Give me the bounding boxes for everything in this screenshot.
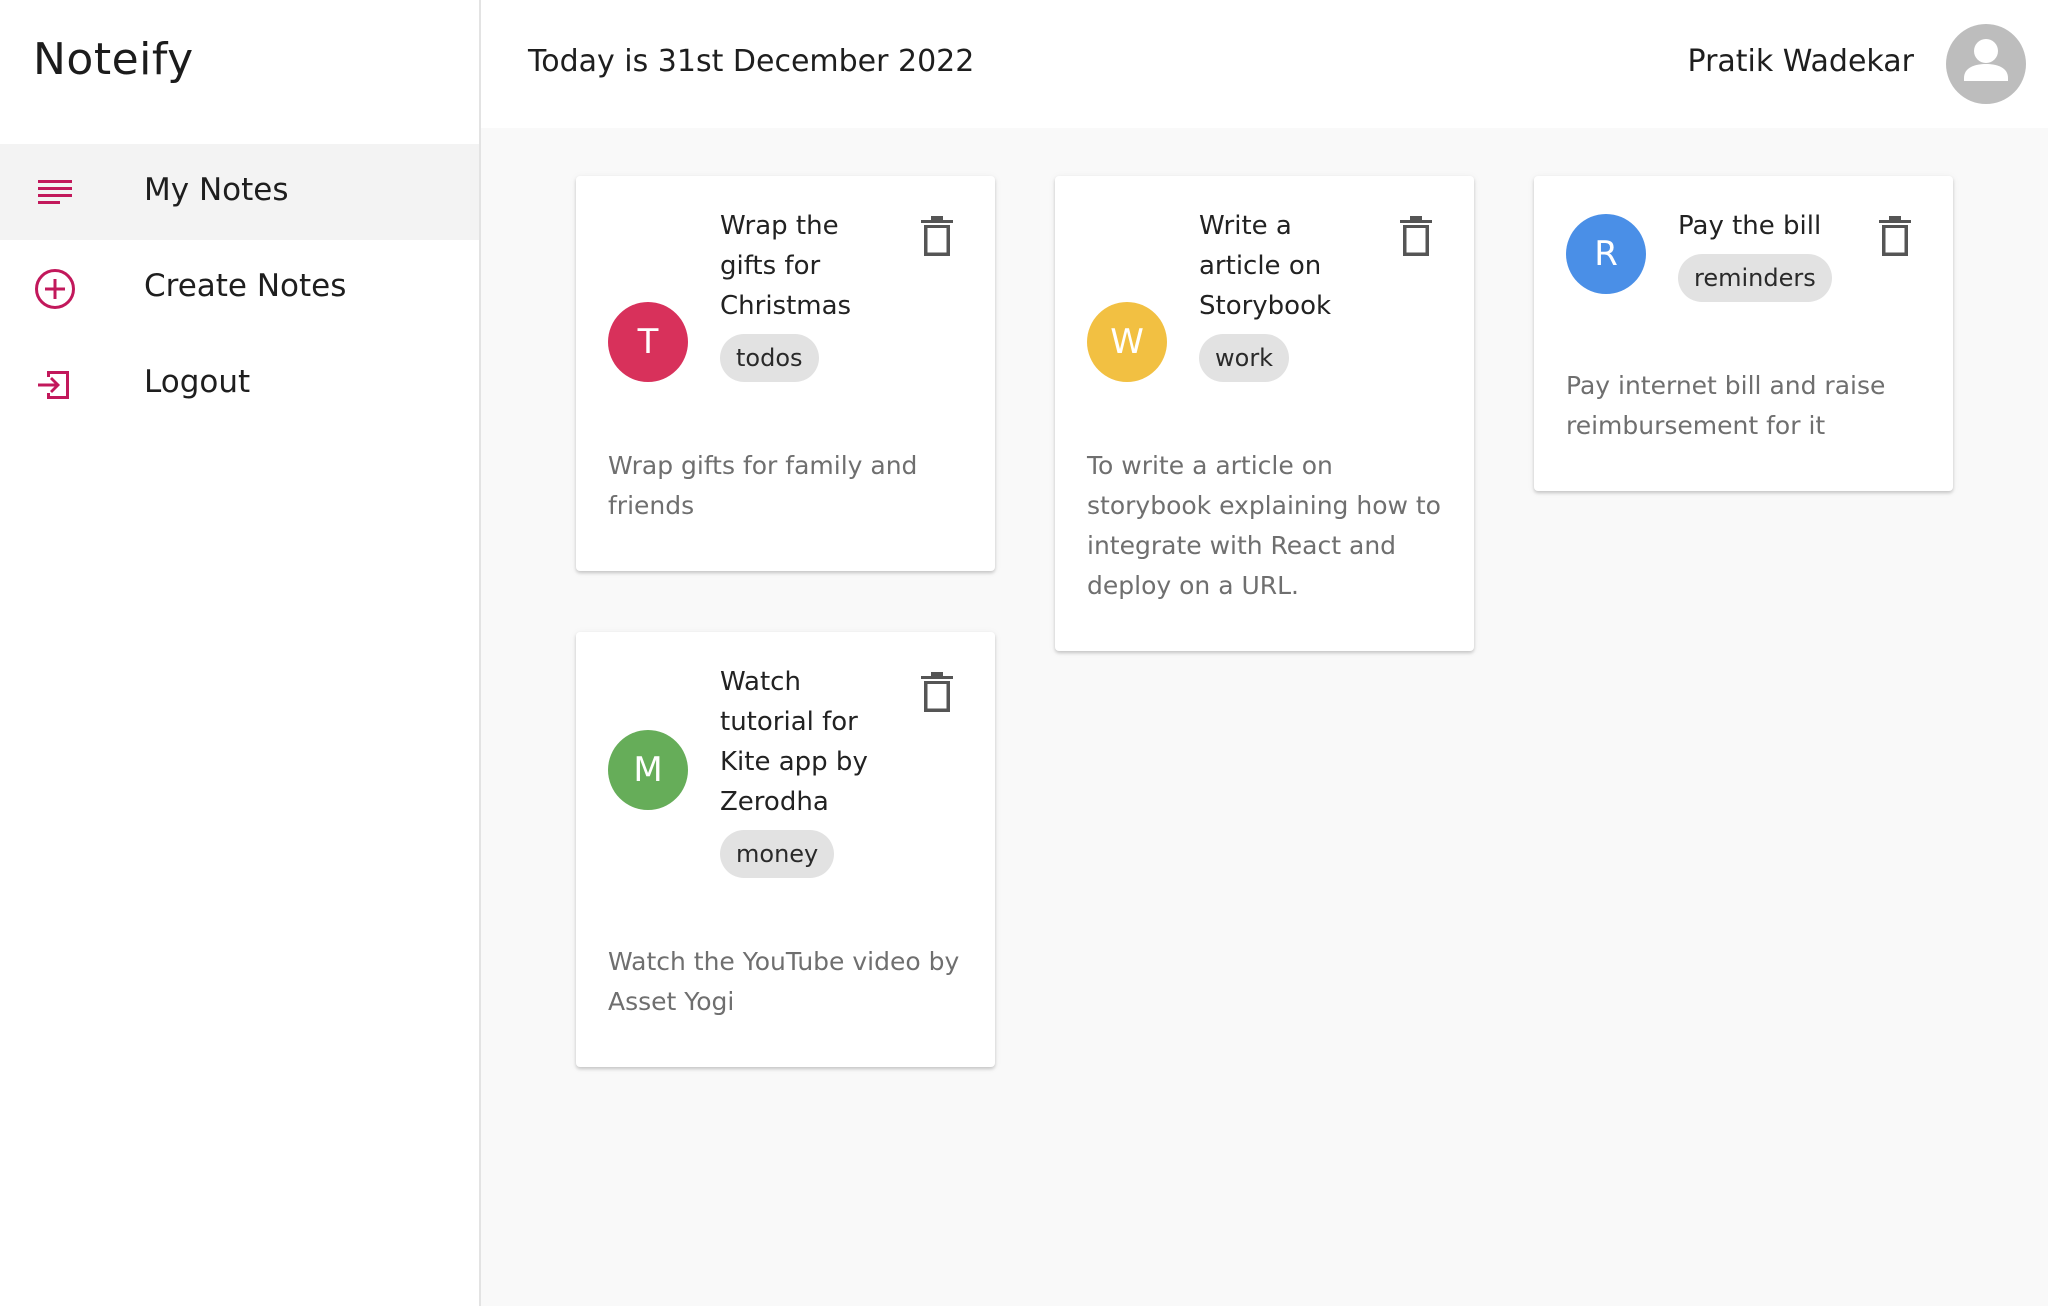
delete-note-button[interactable] <box>921 672 953 712</box>
note-avatar: W <box>1087 302 1167 382</box>
date-text: Today is 31st December 2022 <box>528 44 975 79</box>
note-category-chip: work <box>1199 334 1290 382</box>
sidebar-item-label: Create Notes <box>144 268 347 304</box>
brand-title: Noteify <box>33 34 194 85</box>
top-bar: Today is 31st December 2022 Pratik Wadek… <box>481 0 2048 128</box>
sidebar-item-label: Logout <box>144 364 251 400</box>
note-card: W Write a article on Storybook work To w… <box>1055 176 1474 651</box>
note-card: T Wrap the gifts for Christmas todos Wra… <box>576 176 995 571</box>
note-body: To write a article on storybook explaini… <box>1087 451 1441 600</box>
trash-icon <box>1879 216 1911 256</box>
sidebar-nav: My Notes Create Notes Logout <box>0 144 479 432</box>
note-title: Pay the bill <box>1678 211 1822 241</box>
notes-grid: T Wrap the gifts for Christmas todos Wra… <box>481 128 2048 1306</box>
note-body: Wrap gifts for family and friends <box>608 451 918 520</box>
trash-icon <box>1400 216 1432 256</box>
note-header: Watch tutorial for Kite app by Zerodha m… <box>720 662 890 878</box>
note-body: Watch the YouTube video by Asset Yogi <box>608 947 960 1016</box>
person-icon <box>1946 24 2026 104</box>
note-body: Pay internet bill and raise reimbursemen… <box>1566 371 1886 440</box>
note-header: Write a article on Storybook work <box>1199 206 1369 382</box>
avatar[interactable] <box>1946 24 2026 104</box>
sidebar-item-label: My Notes <box>144 172 289 208</box>
note-title: Watch tutorial for Kite app by Zerodha <box>720 667 868 817</box>
sidebar-item-logout[interactable]: Logout <box>0 336 479 432</box>
sidebar-item-create-notes[interactable]: Create Notes <box>0 240 479 336</box>
note-header: Wrap the gifts for Christmas todos <box>720 206 890 382</box>
logout-icon <box>34 364 76 406</box>
note-card: M Watch tutorial for Kite app by Zerodha… <box>576 632 995 1067</box>
note-title: Write a article on Storybook <box>1199 211 1332 321</box>
note-category-chip: reminders <box>1678 254 1832 302</box>
notes-list-icon <box>34 172 76 214</box>
trash-icon <box>921 672 953 712</box>
delete-note-button[interactable] <box>1879 216 1911 256</box>
delete-note-button[interactable] <box>921 216 953 256</box>
app-root: Noteify My Notes Create Notes Logout Tod… <box>0 0 2048 1306</box>
trash-icon <box>921 216 953 256</box>
user-name: Pratik Wadekar <box>1687 44 1914 79</box>
sidebar: Noteify My Notes Create Notes Logout <box>0 0 481 1306</box>
note-card: R Pay the bill reminders Pay internet bi… <box>1534 176 1953 491</box>
note-category-chip: todos <box>720 334 819 382</box>
delete-note-button[interactable] <box>1400 216 1432 256</box>
note-avatar: R <box>1566 214 1646 294</box>
note-category-chip: money <box>720 830 835 878</box>
note-title: Wrap the gifts for Christmas <box>720 211 852 321</box>
note-avatar: M <box>608 730 688 810</box>
note-header: Pay the bill reminders <box>1678 206 1858 302</box>
note-avatar: T <box>608 302 688 382</box>
add-circle-icon <box>34 268 76 310</box>
sidebar-item-my-notes[interactable]: My Notes <box>0 144 479 240</box>
